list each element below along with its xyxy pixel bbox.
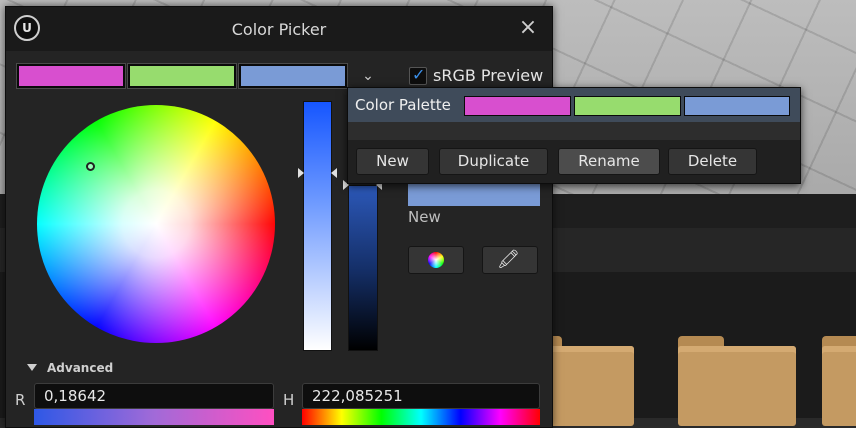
color-picker-window: U Color Picker × ⌄ ✓ sRGB Preview New 🖍 … bbox=[5, 6, 553, 428]
slider-handle-right[interactable] bbox=[331, 168, 337, 178]
eyedropper-icon: 🖍 bbox=[497, 249, 520, 270]
palette-swatch[interactable] bbox=[574, 96, 681, 116]
advanced-section-label[interactable]: Advanced bbox=[47, 361, 113, 375]
red-channel-slider[interactable] bbox=[34, 409, 274, 425]
folder-icon[interactable] bbox=[822, 336, 856, 426]
palette-rename-button[interactable]: Rename bbox=[558, 148, 660, 175]
new-color-label: New bbox=[408, 208, 441, 226]
checkmark-icon: ✓ bbox=[412, 65, 426, 84]
saturation-slider[interactable] bbox=[303, 101, 332, 351]
color-wheel-icon bbox=[428, 252, 444, 268]
window-title: Color Picker bbox=[231, 20, 327, 39]
srgb-preview-checkbox[interactable]: ✓ bbox=[409, 65, 427, 85]
palette-duplicate-button[interactable]: Duplicate bbox=[439, 148, 548, 175]
hue-channel-slider[interactable] bbox=[302, 409, 540, 425]
palette-title: Color Palette bbox=[355, 96, 451, 114]
recent-color-swatch[interactable] bbox=[127, 63, 237, 89]
folder-icon[interactable] bbox=[678, 336, 796, 426]
eyedropper-button[interactable]: 🖍 bbox=[482, 246, 538, 274]
red-channel-input[interactable]: 0,18642 bbox=[34, 383, 274, 409]
hue-channel-input[interactable]: 222,085251 bbox=[302, 383, 540, 409]
palette-swatch[interactable] bbox=[684, 96, 790, 116]
advanced-expand-icon[interactable] bbox=[27, 364, 37, 371]
chevron-down-icon[interactable]: ⌄ bbox=[358, 66, 378, 86]
slider-handle-left[interactable] bbox=[298, 168, 304, 178]
value-slider[interactable] bbox=[348, 185, 378, 351]
palette-new-button[interactable]: New bbox=[356, 148, 429, 175]
color-palette-popup: Color Palette New Duplicate Rename Delet… bbox=[347, 87, 801, 184]
palette-strip bbox=[348, 122, 800, 140]
palette-swatch[interactable] bbox=[464, 96, 571, 116]
srgb-preview-label: sRGB Preview bbox=[433, 66, 544, 85]
title-bar: U Color Picker × bbox=[6, 7, 552, 51]
recent-color-swatch[interactable] bbox=[16, 63, 126, 89]
close-icon[interactable]: × bbox=[516, 17, 540, 41]
hue-channel-label: H bbox=[283, 391, 295, 409]
palette-delete-button[interactable]: Delete bbox=[668, 148, 757, 175]
palette-header: Color Palette bbox=[348, 88, 800, 122]
color-wheel-mode-button[interactable] bbox=[408, 246, 464, 274]
recent-color-swatch[interactable] bbox=[238, 63, 348, 89]
new-color-preview bbox=[408, 184, 540, 206]
color-wheel-cursor[interactable] bbox=[86, 162, 95, 171]
red-channel-label: R bbox=[15, 391, 26, 409]
color-wheel[interactable] bbox=[37, 105, 275, 343]
